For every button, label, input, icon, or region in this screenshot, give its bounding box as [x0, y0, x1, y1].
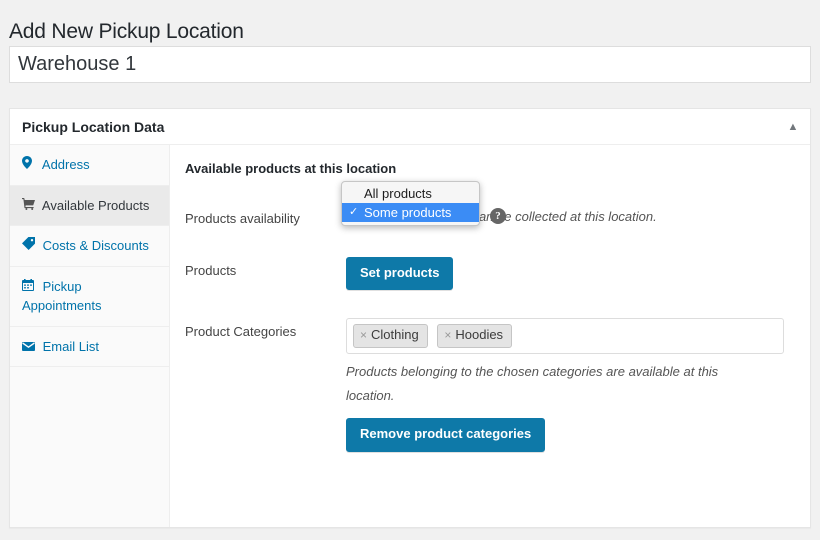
- sidebar-item-label: Email List: [43, 339, 99, 354]
- products-row: Products Set products: [182, 257, 798, 291]
- location-pin-icon: [22, 156, 39, 174]
- set-products-button[interactable]: Set products: [346, 257, 453, 291]
- sidebar-item-address[interactable]: Address: [10, 145, 169, 186]
- location-title-input[interactable]: [9, 46, 811, 83]
- panel-body: Address Available Products: [10, 145, 810, 527]
- tag-icon: [22, 237, 39, 255]
- sidebar-item-label: Costs & Discounts: [43, 238, 149, 253]
- products-availability-row: Products availability ? All products ✓ S…: [182, 205, 798, 233]
- products-availability-label: Products availability: [185, 210, 335, 228]
- products-control: Set products: [346, 257, 798, 291]
- envelope-icon: [22, 338, 39, 356]
- checkmark-icon: ✓: [349, 203, 358, 222]
- available-products-panel-content: Available products at this location Prod…: [170, 145, 810, 527]
- chip-label: Clothing: [371, 327, 419, 342]
- select-option-label: All products: [364, 186, 432, 201]
- category-chip-hoodies[interactable]: × Hoodies: [437, 324, 512, 348]
- products-availability-dropdown[interactable]: All products ✓ Some products: [341, 181, 480, 226]
- select-option-label: Some products: [364, 205, 451, 220]
- remove-chip-icon[interactable]: ×: [444, 328, 451, 342]
- section-heading: Available products at this location: [185, 159, 798, 179]
- calendar-icon: [22, 278, 39, 296]
- sidebar-item-email-list[interactable]: Email List: [10, 327, 169, 368]
- products-label: Products: [185, 262, 335, 280]
- product-categories-row: Product Categories × Clothing × Hoodies Pr…: [182, 318, 798, 452]
- remove-product-categories-button[interactable]: Remove product categories: [346, 418, 545, 452]
- sidebar-item-available-products[interactable]: Available Products: [10, 186, 169, 227]
- sidebar-item-label: Address: [42, 157, 90, 172]
- title-field-wrapper: [9, 46, 811, 83]
- product-categories-label: Product Categories: [185, 323, 335, 341]
- product-categories-description: Products belonging to the chosen categor…: [346, 360, 766, 408]
- sidebar-item-label: Available Products: [42, 198, 149, 213]
- pickup-location-data-panel: Pickup Location Data ▲ Address: [9, 108, 811, 528]
- collapse-toggle-icon[interactable]: ▲: [786, 120, 800, 134]
- select-option-some-products[interactable]: ✓ Some products: [342, 203, 479, 222]
- panel-header: Pickup Location Data ▲: [10, 109, 810, 145]
- page-title: Add New Pickup Location: [9, 18, 244, 45]
- product-categories-control: × Clothing × Hoodies Products belonging to…: [346, 318, 798, 452]
- sidebar-item-costs-discounts[interactable]: Costs & Discounts: [10, 226, 169, 267]
- panel-header-title: Pickup Location Data: [22, 118, 164, 138]
- help-icon[interactable]: ?: [490, 208, 506, 224]
- category-chip-clothing[interactable]: × Clothing: [353, 324, 428, 348]
- sidebar-item-pickup-appointments[interactable]: Pickup Appointments: [10, 267, 169, 327]
- products-availability-control: ? All products ✓ Some products Only cert…: [346, 205, 798, 229]
- product-categories-select2[interactable]: × Clothing × Hoodies: [346, 318, 784, 354]
- select-option-all-products[interactable]: All products: [342, 184, 479, 203]
- panel-sidebar-nav: Address Available Products: [10, 145, 170, 527]
- remove-chip-icon[interactable]: ×: [360, 328, 367, 342]
- chip-label: Hoodies: [455, 327, 503, 342]
- cart-icon: [22, 197, 39, 215]
